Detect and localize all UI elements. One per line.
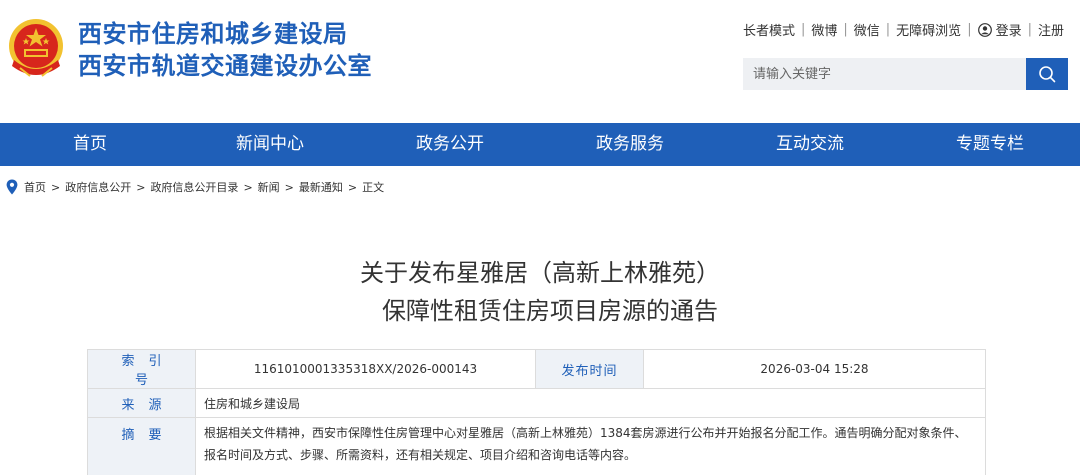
separator: | — [800, 22, 806, 37]
breadcrumb-news[interactable]: 新闻 — [258, 179, 280, 195]
breadcrumb-separator: > — [284, 180, 294, 194]
weibo-link[interactable]: 微博 — [811, 20, 837, 39]
breadcrumb: 首页 > 政府信息公开 > 政府信息公开目录 > 新闻 > 最新通知 > 正文 — [6, 178, 384, 196]
nav-item-topics[interactable]: 专题专栏 — [900, 123, 1080, 166]
national-emblem-icon — [9, 19, 63, 77]
article-info-table: 索引号 1161010001335318XX/2026-000143 发布时间 … — [87, 349, 986, 475]
wechat-link[interactable]: 微信 — [854, 20, 880, 39]
breadcrumb-home[interactable]: 首页 — [24, 179, 46, 195]
breadcrumb-latest-notice[interactable]: 最新通知 — [299, 179, 343, 195]
breadcrumb-gov-info-catalog[interactable]: 政府信息公开目录 — [150, 179, 238, 195]
source-label: 来源 — [87, 388, 196, 418]
table-row: 索引号 1161010001335318XX/2026-000143 发布时间 … — [87, 349, 986, 389]
search-button[interactable] — [1026, 58, 1068, 90]
location-pin-icon — [6, 179, 18, 195]
register-link[interactable]: 注册 — [1038, 20, 1064, 39]
accessible-link[interactable]: 无障碍浏览 — [896, 20, 961, 39]
user-icon — [977, 23, 992, 37]
separator: | — [885, 22, 891, 37]
search-icon — [1039, 66, 1056, 83]
breadcrumb-separator: > — [347, 180, 358, 194]
breadcrumb-separator: > — [51, 180, 61, 194]
source-value: 住房和城乡建设局 — [195, 388, 986, 418]
breadcrumb-separator: > — [243, 180, 253, 194]
site-title-line2: 西安市轨道交通建设办公室 — [78, 52, 372, 80]
search-input[interactable] — [743, 58, 1026, 90]
breadcrumb-gov-info[interactable]: 政府信息公开 — [65, 179, 131, 195]
table-row: 来源 住房和城乡建设局 — [87, 388, 986, 418]
top-links: 长者模式 | 微博 | 微信 | 无障碍浏览 | 登录 | 注册 — [743, 20, 1064, 39]
index-label: 索引号 — [87, 349, 196, 389]
main-nav: 首页 新闻中心 政务公开 政务服务 互动交流 专题专栏 — [0, 123, 1080, 166]
nav-item-gov-service[interactable]: 政务服务 — [540, 123, 720, 166]
breadcrumb-separator: > — [136, 180, 146, 194]
article-title: 关于发布星雅居（高新上林雅苑） 保障性租赁住房项目房源的通告 — [0, 254, 1080, 330]
nav-item-news[interactable]: 新闻中心 — [180, 123, 360, 166]
index-value: 1161010001335318XX/2026-000143 — [195, 349, 536, 389]
login-label: 登录 — [995, 24, 1022, 39]
article-title-line1: 关于发布星雅居（高新上林雅苑） — [360, 259, 720, 287]
login-link[interactable]: 登录 — [977, 20, 1022, 39]
date-label: 发布时间 — [535, 349, 644, 389]
elder-mode-link[interactable]: 长者模式 — [743, 20, 795, 39]
site-title[interactable]: 西安市住房和城乡建设局 西安市轨道交通建设办公室 — [78, 18, 372, 82]
site-header: 西安市住房和城乡建设局 西安市轨道交通建设办公室 长者模式 | 微博 | 微信 … — [0, 0, 1080, 122]
date-value: 2026-03-04 15:28 — [643, 349, 986, 389]
separator: | — [967, 22, 972, 37]
nav-item-gov-open[interactable]: 政务公开 — [360, 123, 540, 166]
summary-label: 摘要 — [87, 417, 196, 475]
table-row: 摘要 根据相关文件精神，西安市保障性住房管理中心对星雅居（高新上林雅苑）1384… — [87, 417, 986, 475]
search-bar — [743, 58, 1068, 90]
summary-value: 根据相关文件精神，西安市保障性住房管理中心对星雅居（高新上林雅苑）1384套房源… — [195, 417, 986, 475]
separator: | — [1027, 22, 1032, 37]
nav-item-home[interactable]: 首页 — [0, 123, 180, 166]
separator: | — [843, 22, 848, 37]
article-title-line2: 保障性租赁住房项目房源的通告 — [382, 297, 718, 325]
nav-item-interaction[interactable]: 互动交流 — [720, 123, 900, 166]
breadcrumb-current: 正文 — [362, 181, 385, 194]
site-title-line1: 西安市住房和城乡建设局 — [78, 20, 348, 48]
